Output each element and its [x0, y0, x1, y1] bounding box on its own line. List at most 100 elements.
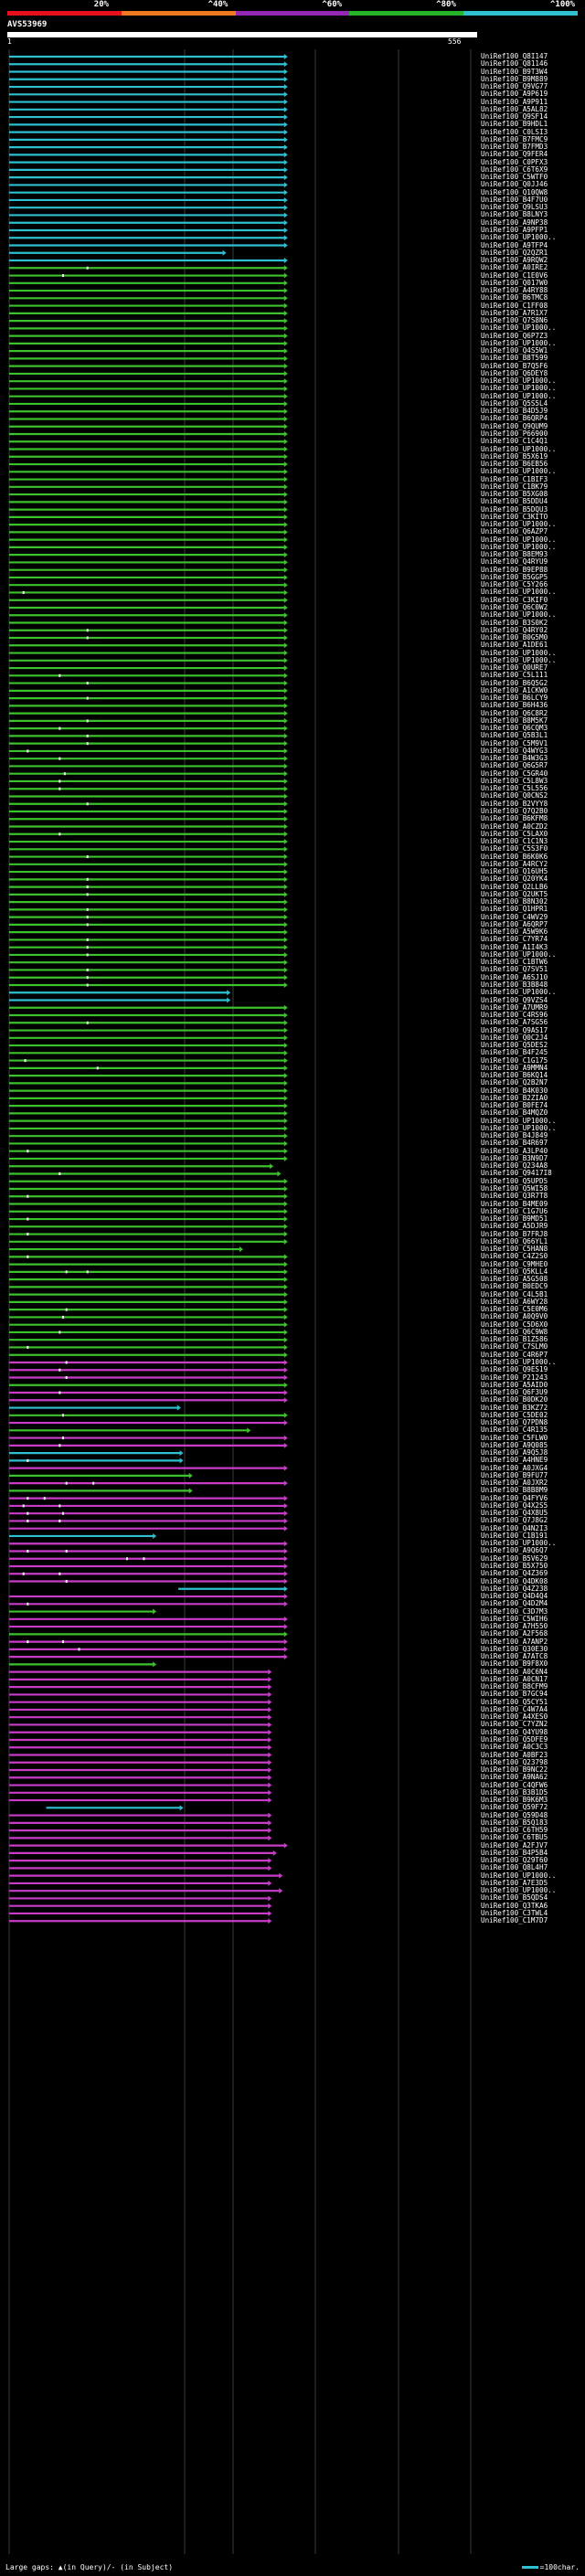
hit-arrow-head [283, 370, 288, 376]
hit-arrow-head [283, 483, 288, 490]
gap-marker [65, 1270, 68, 1274]
hit-arrow-head [283, 1216, 288, 1223]
hit-arrow-head [283, 726, 288, 732]
hit-arrow-head [268, 1865, 272, 1871]
hit-arrow-head [283, 439, 288, 445]
hit-arrow-head [283, 189, 288, 196]
legend-label: 20% [93, 0, 110, 9]
hit-arrow-head [283, 144, 288, 151]
hit-arrow-head [268, 1910, 272, 1916]
gap-marker [86, 877, 89, 881]
hit-arrow-head [283, 612, 288, 619]
gap-marker [27, 1458, 29, 1462]
hit-arrow-head [283, 620, 288, 626]
hit-arrow-head [283, 122, 288, 128]
hit-arrow-head [283, 1571, 288, 1577]
hit-arrow-head [283, 1020, 288, 1026]
hit-arrow-head [283, 514, 288, 520]
gap-marker [65, 1376, 68, 1379]
hit-arrow-head [268, 1895, 272, 1902]
hit-arrow-head [283, 657, 288, 663]
gap-marker [27, 1640, 29, 1644]
hit-arrow-head [283, 1148, 288, 1154]
gap-marker [27, 1549, 29, 1553]
hit-arrow-head [279, 1872, 283, 1879]
hit-arrow-head [283, 967, 288, 973]
hit-arrow-head [188, 1488, 193, 1494]
hit-arrow-head [283, 536, 288, 543]
hit-arrow-head [283, 1186, 288, 1192]
hit-arrow-head [283, 310, 288, 316]
gap-marker [58, 1171, 61, 1175]
legend-label: ^80% [436, 0, 456, 9]
gap-marker [86, 885, 89, 889]
hit-arrow-head [283, 559, 288, 566]
gap-marker [63, 772, 66, 776]
gap-marker [65, 1308, 68, 1311]
hit-arrow-head [268, 1858, 272, 1864]
hit-arrow-head [268, 1819, 272, 1826]
hit-arrow-head [283, 152, 288, 158]
gap-marker [22, 1572, 25, 1575]
gap-marker [86, 946, 89, 949]
hit-arrow-head [283, 574, 288, 580]
hit-arrow-head [283, 340, 288, 346]
hit-label[interactable]: UniRef100_C1M7D7 [481, 1917, 548, 1924]
hit-arrow-head [283, 166, 288, 173]
hit-arrow-head [283, 1541, 288, 1547]
hit-arrow-head [227, 997, 231, 1003]
hit-arrow-head [283, 1842, 288, 1849]
hit-arrow-head [283, 582, 288, 588]
gap-marker [86, 893, 89, 896]
gap-marker [86, 682, 89, 685]
hit-arrow-head [283, 906, 288, 913]
gap-marker [27, 1150, 29, 1153]
hit-arrow-head [283, 1465, 288, 1471]
hit-arrow-head [283, 627, 288, 633]
gap-marker [86, 696, 89, 700]
hit-arrow-head [283, 831, 288, 837]
gap-marker [65, 1361, 68, 1364]
gap-marker [62, 1436, 65, 1440]
hit-arrow-head [283, 756, 288, 762]
hit-arrow-head [283, 1133, 288, 1140]
gap-marker [58, 832, 61, 836]
hit-arrow-head [283, 1140, 288, 1147]
hit-arrow-head [283, 1238, 288, 1245]
hit-arrow-head [283, 937, 288, 943]
hit-arrow-head [283, 1087, 288, 1094]
hit-arrow-head [268, 1714, 272, 1721]
gap-marker [27, 1233, 29, 1236]
hit-arrow-head [283, 1291, 288, 1298]
hit-arrow-head [283, 91, 288, 98]
hit-arrow-head [283, 1502, 288, 1509]
hit-arrow-head [283, 1624, 288, 1630]
hit-arrow-head [283, 1367, 288, 1373]
hit-arrow-head [283, 106, 288, 112]
hit-arrow-head [268, 1767, 272, 1774]
hit-arrow-head [283, 348, 288, 355]
hit-arrow-head [283, 740, 288, 747]
hit-arrow-head [283, 1511, 288, 1517]
hit-arrow-head [283, 544, 288, 550]
hit-arrow-head [283, 363, 288, 369]
gap-marker [86, 742, 89, 746]
hit-arrow-head [268, 1782, 272, 1788]
hit-arrow-head [283, 235, 288, 241]
hit-arrow-head [283, 1321, 288, 1328]
hit-arrow-head [283, 280, 288, 286]
hit-arrow-head [283, 325, 288, 332]
hit-arrow-head [283, 733, 288, 739]
hit-arrow-head [283, 853, 288, 860]
gap-marker [86, 734, 89, 737]
hit-arrow-head [283, 1299, 288, 1305]
gap-marker [86, 968, 89, 971]
hit-arrow-head [222, 249, 227, 256]
hit-arrow-head [283, 219, 288, 226]
gap-marker [143, 1557, 145, 1561]
hit-arrow-head [283, 1654, 288, 1660]
hit-arrow-head [239, 1246, 243, 1253]
hit-arrow-head [283, 800, 288, 807]
hit-arrow-head [283, 974, 288, 981]
gap-marker [86, 923, 89, 927]
